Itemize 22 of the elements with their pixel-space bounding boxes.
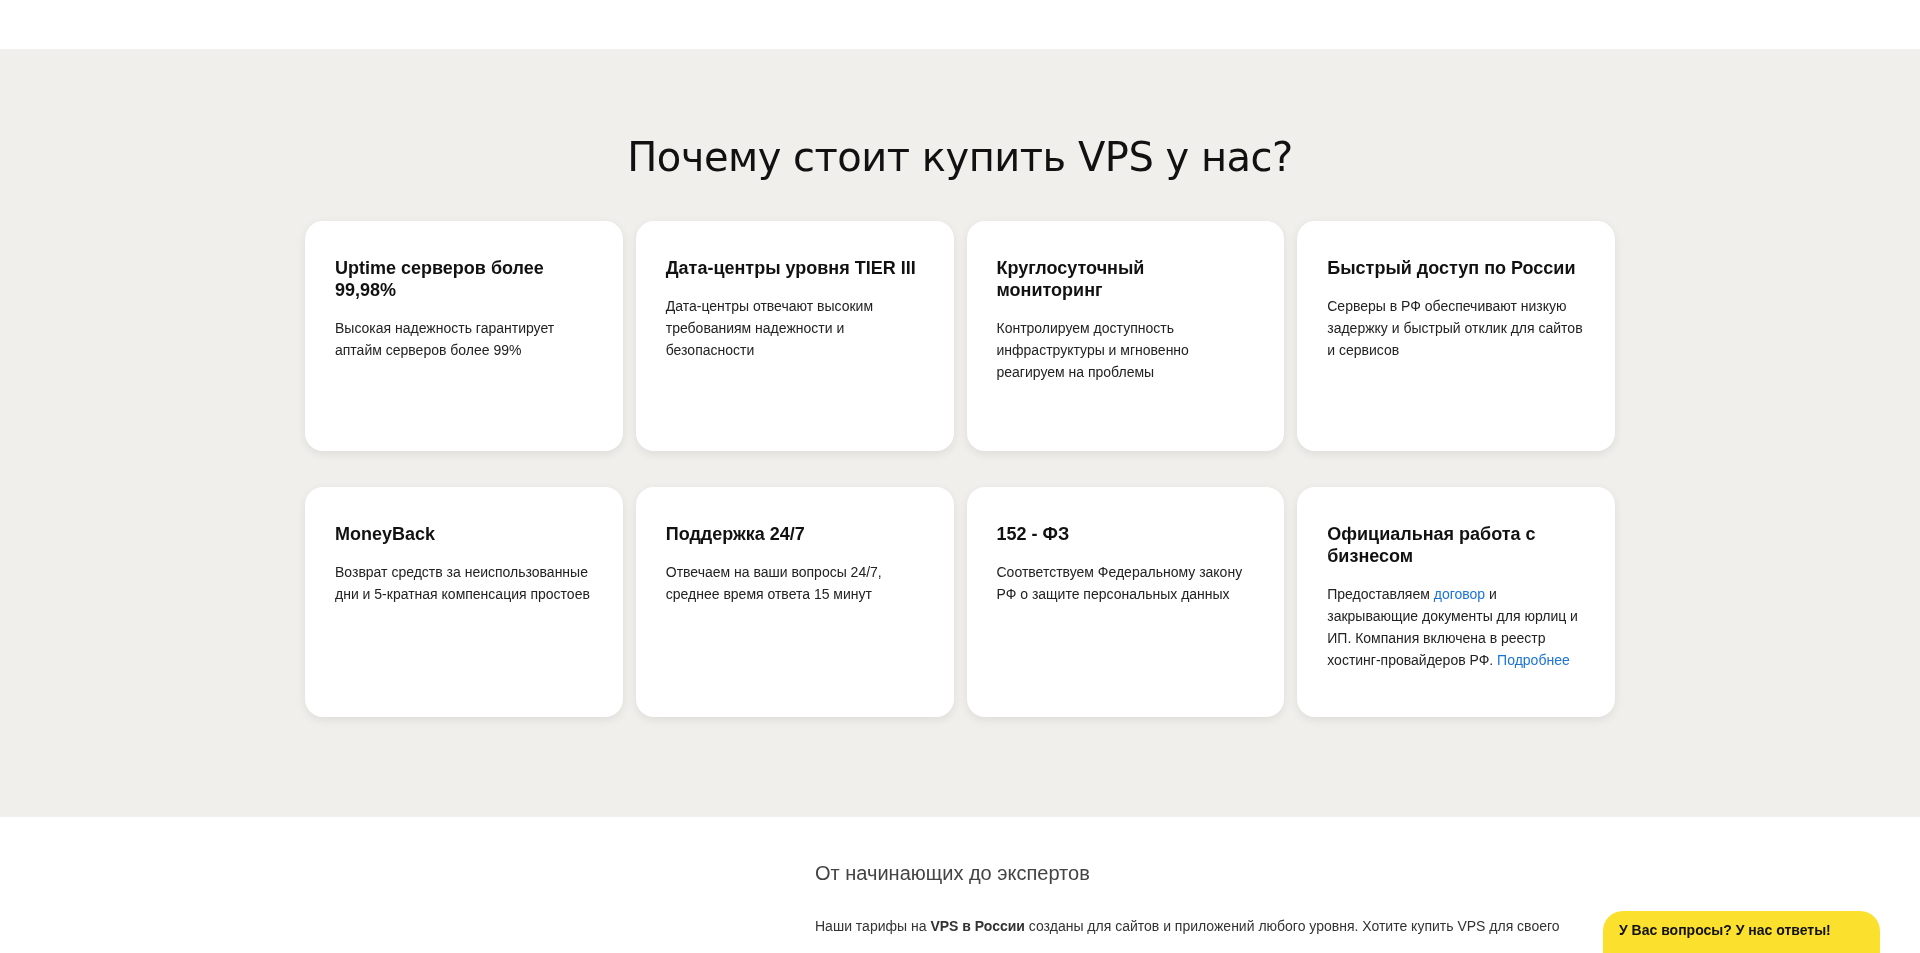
card-text: Высокая надежность гарантирует аптайм серверов более 99% xyxy=(335,319,556,360)
card-text: Возврат средств за неиспользованные дни и 5-кратная компенсация простоев xyxy=(335,563,591,604)
card-title: Поддержка 24/7 xyxy=(665,523,806,545)
card-title: 152 - ФЗ xyxy=(996,523,1071,545)
card-title: Uptime серверов более 99,98% xyxy=(335,257,545,301)
card-text: Дата-центры отвечают высоким требованиям надежности и безопасности xyxy=(665,297,875,360)
card-title: Дата-центры уровня TIER III xyxy=(665,257,917,279)
intro-paragraph: Наши тарифы на VPS в России созданы для сайтов и приложений любого уровня. Хотите купить VPS для своего xyxy=(815,917,1561,936)
card-text: Соответствуем Федеральному закону РФ о защите персональных данных xyxy=(996,563,1244,604)
card-text: Отвечаем на ваши вопросы 24/7, среднее время ответа 15 минут xyxy=(665,563,883,604)
card-title: Быстрый доступ по России xyxy=(1327,257,1577,279)
card-title: Официальная работа с бизнесом xyxy=(1327,523,1537,567)
card-text: Контролируем доступность инфраструктуры и мгновенно реагируем на проблемы xyxy=(996,319,1190,382)
section-subheading: От начинающих до экспертов xyxy=(815,861,1091,885)
text-link[interactable]: Подробнее xyxy=(1497,652,1570,668)
card-text: Серверы в РФ обеспечивают низкую задержку и быстрый отклик для сайтов и сервисов xyxy=(1327,297,1584,360)
section-heading: Почему стоит купить VPS у нас? xyxy=(626,133,1294,181)
chat-button[interactable]: У Вас вопросы? У нас ответы! xyxy=(1603,911,1880,953)
card-text: Предоставляем договор и закрывающие документы для юрлиц и ИП. Компания включена в реестр хостинг-провайдеров РФ. Подробнее xyxy=(1327,585,1579,670)
text-link[interactable]: договор xyxy=(1433,586,1486,602)
card-title: Круглосуточный мониторинг xyxy=(996,257,1146,301)
card-title: MoneyBack xyxy=(335,523,437,545)
